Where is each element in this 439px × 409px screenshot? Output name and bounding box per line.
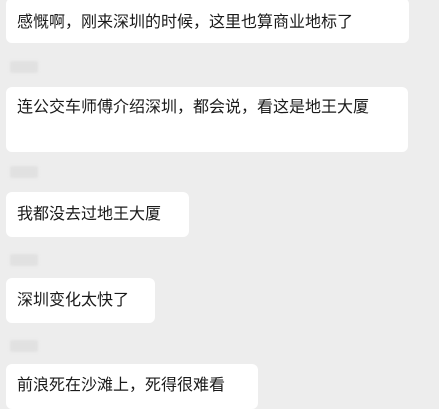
sender-name-blurred [10, 340, 38, 352]
message-bubble[interactable]: 我都没去过地王大厦 [6, 192, 189, 237]
message-text: 深圳变化太快了 [17, 290, 130, 309]
message-text: 我都没去过地王大厦 [17, 204, 162, 223]
sender-name-blurred [10, 61, 38, 73]
chat-history: 感慨啊，刚来深圳的时候，这里也算商业地标了 连公交车师傅介绍深圳，都会说，看这是… [0, 0, 439, 409]
message-bubble[interactable]: 连公交车师傅介绍深圳，都会说，看这是地王大厦 [6, 87, 408, 152]
message-text: 连公交车师傅介绍深圳，都会说，看这是地王大厦 [17, 97, 370, 116]
message-text: 前浪死在沙滩上，死得很难看 [17, 375, 226, 394]
message-bubble[interactable]: 深圳变化太快了 [6, 278, 155, 323]
sender-name-blurred [10, 166, 38, 178]
message-text: 感慨啊，刚来深圳的时候，这里也算商业地标了 [17, 12, 354, 31]
message-bubble[interactable]: 前浪死在沙滩上，死得很难看 [6, 364, 258, 409]
message-bubble[interactable]: 感慨啊，刚来深圳的时候，这里也算商业地标了 [6, 0, 409, 43]
sender-name-blurred [10, 254, 38, 266]
